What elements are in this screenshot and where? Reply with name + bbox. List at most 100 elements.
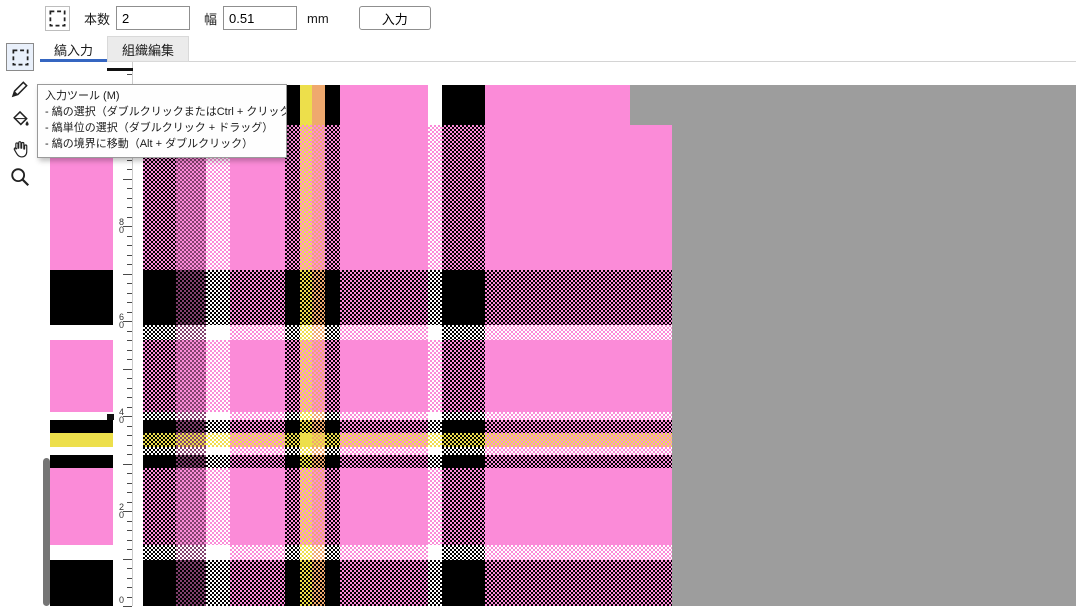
cloth-cell[interactable] (485, 420, 672, 433)
cloth-cell[interactable] (206, 545, 230, 560)
cloth-cell[interactable] (143, 468, 176, 545)
cloth-cell[interactable] (300, 545, 312, 560)
cloth-cell[interactable] (176, 545, 206, 560)
cloth-cell[interactable] (442, 270, 485, 325)
cloth-cell[interactable] (325, 433, 340, 447)
cloth-cell[interactable] (428, 468, 442, 545)
cloth-cell[interactable] (312, 447, 325, 455)
cloth-cell[interactable] (442, 125, 485, 270)
cloth-cell[interactable] (206, 447, 230, 455)
cloth-cell[interactable] (143, 270, 176, 325)
pattern-canvas[interactable] (143, 125, 672, 606)
cloth-cell[interactable] (300, 455, 312, 468)
weft-stripe[interactable] (50, 455, 113, 468)
weft-stripe[interactable] (50, 560, 113, 606)
cloth-cell[interactable] (285, 270, 300, 325)
cloth-cell[interactable] (285, 545, 300, 560)
cloth-cell[interactable] (485, 545, 672, 560)
cloth-cell[interactable] (312, 340, 325, 412)
cloth-cell[interactable] (325, 455, 340, 468)
weft-stripe[interactable] (50, 447, 113, 455)
cloth-cell[interactable] (176, 433, 206, 447)
cloth-cell[interactable] (325, 270, 340, 325)
cloth-cell[interactable] (485, 433, 672, 447)
cloth-cell[interactable] (340, 468, 428, 545)
cloth-cell[interactable] (230, 447, 285, 455)
cloth-cell[interactable] (300, 270, 312, 325)
cloth-cell[interactable] (230, 433, 285, 447)
cloth-cell[interactable] (300, 420, 312, 433)
warp-stripe[interactable] (442, 85, 485, 125)
cloth-cell[interactable] (176, 468, 206, 545)
cloth-cell[interactable] (285, 447, 300, 455)
cloth-cell[interactable] (285, 468, 300, 545)
vertical-scrollbar[interactable] (43, 458, 50, 606)
cloth-cell[interactable] (285, 412, 300, 420)
cloth-cell[interactable] (312, 545, 325, 560)
cloth-cell[interactable] (176, 420, 206, 433)
cloth-cell[interactable] (442, 560, 485, 606)
cloth-cell[interactable] (206, 560, 230, 606)
cloth-cell[interactable] (340, 270, 428, 325)
weft-stripe[interactable] (50, 412, 113, 420)
cloth-cell[interactable] (340, 433, 428, 447)
cloth-cell[interactable] (143, 420, 176, 433)
cloth-cell[interactable] (485, 468, 672, 545)
cloth-cell[interactable] (206, 325, 230, 340)
cloth-cell[interactable] (206, 270, 230, 325)
cloth-cell[interactable] (485, 340, 672, 412)
cloth-cell[interactable] (325, 545, 340, 560)
cloth-cell[interactable] (312, 433, 325, 447)
warp-stripe[interactable] (428, 85, 442, 125)
weft-stripe[interactable] (50, 270, 113, 325)
cloth-cell[interactable] (285, 560, 300, 606)
cloth-cell[interactable] (325, 420, 340, 433)
cloth-cell[interactable] (300, 433, 312, 447)
warp-stripe[interactable] (340, 85, 428, 125)
cloth-cell[interactable] (230, 412, 285, 420)
cloth-cell[interactable] (143, 545, 176, 560)
cloth-cell[interactable] (230, 340, 285, 412)
cloth-cell[interactable] (312, 270, 325, 325)
hand-pan-tool[interactable] (7, 136, 33, 162)
cloth-cell[interactable] (428, 545, 442, 560)
cloth-cell[interactable] (325, 560, 340, 606)
cloth-cell[interactable] (230, 560, 285, 606)
cloth-cell[interactable] (300, 340, 312, 412)
cloth-cell[interactable] (442, 545, 485, 560)
cloth-cell[interactable] (325, 468, 340, 545)
fill-bucket-tool[interactable] (7, 106, 33, 132)
cloth-cell[interactable] (340, 325, 428, 340)
cloth-cell[interactable] (230, 325, 285, 340)
cloth-cell[interactable] (340, 545, 428, 560)
cloth-cell[interactable] (285, 433, 300, 447)
cloth-cell[interactable] (340, 447, 428, 455)
cloth-cell[interactable] (340, 125, 428, 270)
cloth-cell[interactable] (485, 325, 672, 340)
ruler-position-marker[interactable] (107, 414, 114, 420)
cloth-cell[interactable] (485, 455, 672, 468)
warp-stripe[interactable] (325, 85, 340, 125)
cloth-cell[interactable] (325, 412, 340, 420)
cloth-cell[interactable] (143, 560, 176, 606)
cloth-cell[interactable] (312, 420, 325, 433)
cloth-cell[interactable] (428, 340, 442, 412)
cloth-cell[interactable] (285, 420, 300, 433)
cloth-cell[interactable] (143, 447, 176, 455)
marquee-select-tool[interactable] (7, 44, 33, 70)
marquee-select-button[interactable] (45, 6, 70, 31)
weft-stripe[interactable] (50, 433, 113, 447)
cloth-cell[interactable] (340, 340, 428, 412)
cloth-cell[interactable] (442, 412, 485, 420)
cloth-cell[interactable] (300, 447, 312, 455)
cloth-cell[interactable] (300, 325, 312, 340)
cloth-cell[interactable] (143, 325, 176, 340)
weft-color-strip[interactable] (50, 85, 113, 606)
cloth-cell[interactable] (230, 270, 285, 325)
input-button[interactable]: 入力 (359, 6, 431, 30)
cloth-cell[interactable] (312, 412, 325, 420)
cloth-cell[interactable] (442, 455, 485, 468)
weft-stripe[interactable] (50, 420, 113, 433)
width-input[interactable] (223, 6, 297, 30)
cloth-cell[interactable] (143, 340, 176, 412)
